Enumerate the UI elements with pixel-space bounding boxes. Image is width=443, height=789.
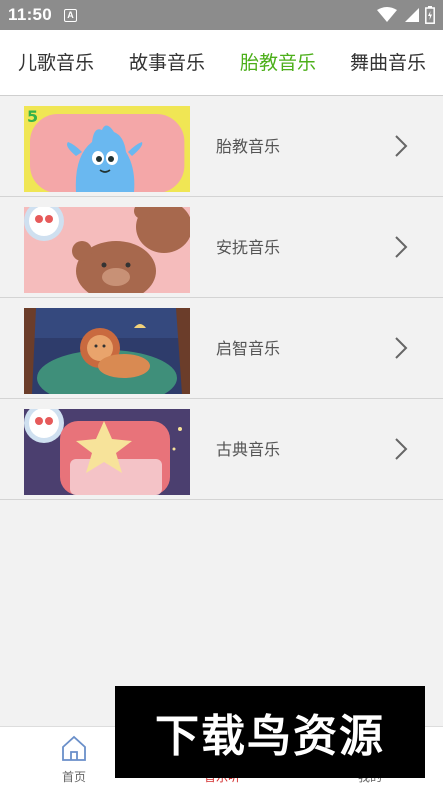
- tab-story-music[interactable]: 故事音乐: [129, 30, 205, 96]
- watermark-text: 下载鸟资源: [155, 711, 385, 762]
- star-chair-thumbnail: [24, 409, 190, 495]
- battery-icon: [425, 6, 435, 24]
- status-time: 11:50: [8, 5, 53, 24]
- list-item-label: 古典音乐: [216, 440, 281, 459]
- tab-dance-music[interactable]: 舞曲音乐: [350, 30, 426, 96]
- home-icon: [62, 735, 86, 761]
- notification-a-icon: A: [64, 8, 78, 22]
- list-item-label: 胎教音乐: [216, 137, 281, 156]
- signal-icon: [403, 7, 419, 23]
- blue-monster-thumbnail: 5: [24, 106, 190, 192]
- watermark-banner: 下载鸟资源: [115, 686, 425, 778]
- music-category-list: 5 胎教音乐 安抚音乐 启智音乐 古典音乐: [0, 96, 443, 500]
- category-tabs: 儿歌音乐 故事音乐 胎教音乐 舞曲音乐: [0, 30, 443, 96]
- list-item-soothing[interactable]: 安抚音乐: [0, 197, 443, 298]
- status-icons: [377, 6, 435, 24]
- tab-prenatal-music[interactable]: 胎教音乐: [240, 30, 316, 96]
- svg-text:5: 5: [27, 107, 38, 126]
- list-item-prenatal[interactable]: 5 胎教音乐: [0, 96, 443, 197]
- chevron-right-icon: [395, 337, 408, 359]
- status-bar: 11:50 A: [0, 0, 443, 30]
- list-item-label: 启智音乐: [216, 339, 281, 358]
- list-item-classical[interactable]: 古典音乐: [0, 399, 443, 500]
- list-item-intelligence[interactable]: 启智音乐: [0, 298, 443, 399]
- chevron-right-icon: [395, 438, 408, 460]
- tab-children-songs[interactable]: 儿歌音乐: [18, 30, 94, 96]
- lion-thumbnail: [24, 308, 190, 394]
- chevron-right-icon: [395, 135, 408, 157]
- bear-thumbnail: [24, 207, 190, 293]
- wifi-icon: [377, 7, 397, 23]
- chevron-right-icon: [395, 236, 408, 258]
- list-item-label: 安抚音乐: [216, 238, 281, 257]
